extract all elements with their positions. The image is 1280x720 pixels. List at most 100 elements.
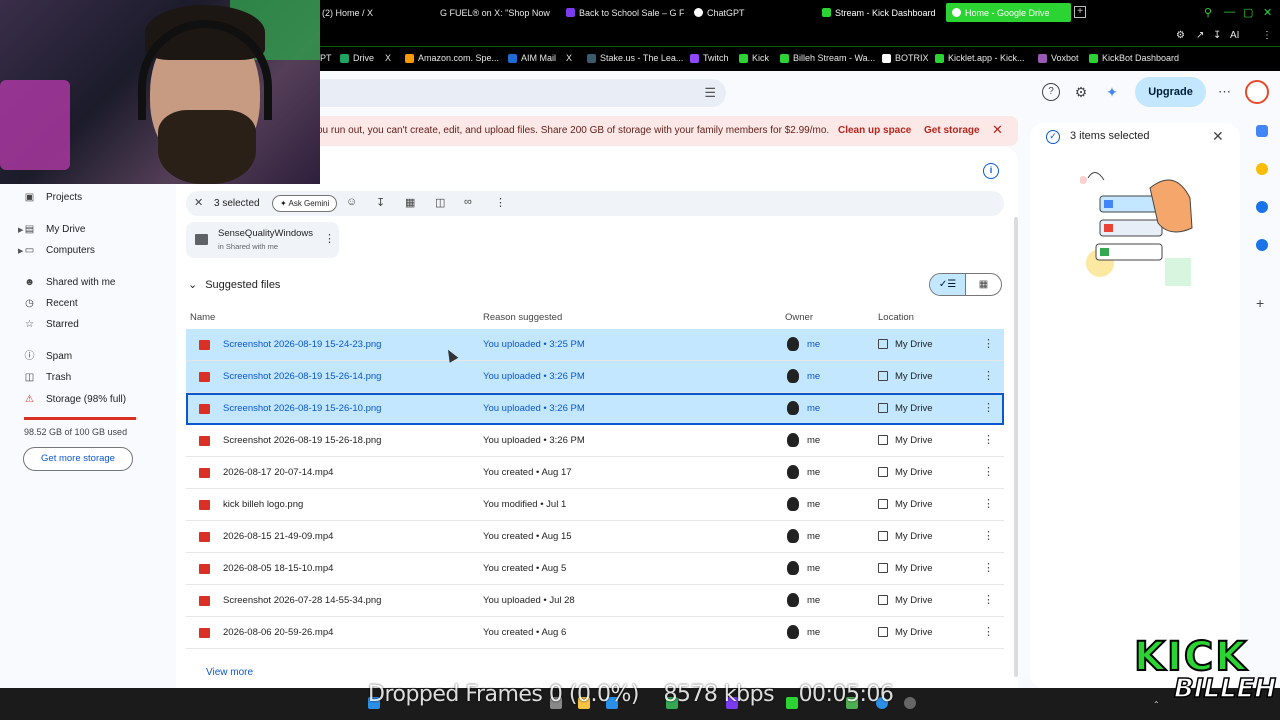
nav-item-spam[interactable]: ⓘ Spam [24,351,73,362]
tab-kick-dashboard[interactable]: Stream - Kick Dashboard [822,3,942,22]
file-name[interactable]: 2026-08-05 18-15-10.mp4 [223,563,333,574]
file-location[interactable]: My Drive [895,371,932,382]
keep-icon[interactable] [1256,163,1268,175]
file-location[interactable]: My Drive [895,499,932,510]
extensions-icon[interactable]: ⚙ [1176,30,1185,41]
table-row[interactable]: 2026-08-17 20-07-14.mp4 You created • Aug… [186,457,1004,489]
file-location[interactable]: My Drive [895,467,932,478]
suggested-folder-card[interactable]: SenseQualityWindows in Shared with me ⋮ [186,222,339,258]
add-addon-icon[interactable]: + [1256,296,1268,310]
ai-toggle[interactable]: AI [1230,30,1239,41]
search-options-icon[interactable]: ☰ [704,85,716,101]
close-details-icon[interactable]: ✕ [1212,128,1224,145]
close-banner-icon[interactable]: ✕ [992,122,1003,138]
menu-icon[interactable]: ⋮ [1262,30,1272,41]
share-icon[interactable]: ↗ [1196,30,1204,41]
maximize-icon[interactable]: ▢ [1243,6,1253,19]
more-actions-icon[interactable]: ⋮ [495,196,506,209]
file-name[interactable]: Screenshot 2026-08-19 15-26-10.png [223,403,381,414]
account-avatar[interactable] [1245,80,1269,104]
file-name[interactable]: Screenshot 2026-08-19 15-24-23.png [223,339,381,350]
main-scrollbar[interactable] [1014,217,1018,677]
table-row[interactable]: 2026-08-06 20-59-26.mp4 You created • Aug… [186,617,1004,649]
grid-view-icon[interactable]: ▦ [966,274,1001,295]
tab-x-home[interactable]: (2) Home / X [322,3,432,22]
tab-gfuel-x[interactable]: G FUEL® on X: "Shop Now [440,3,555,22]
search-tabs-icon[interactable]: ⚲ [1204,6,1212,19]
file-location[interactable]: My Drive [895,595,932,606]
nav-item-trash[interactable]: ◫ Trash [24,372,71,383]
folder-more-icon[interactable]: ⋮ [324,232,335,245]
tab-chatgpt[interactable]: ChatGPT [694,3,804,22]
nav-item-projects[interactable]: ▣ Projects [24,192,82,203]
bookmark-voxbot[interactable]: Voxbot [1038,53,1079,63]
row-more-icon[interactable]: ⋮ [983,497,994,510]
get-storage-button[interactable]: Get storage [924,125,980,136]
row-more-icon[interactable]: ⋮ [983,625,994,638]
list-view-icon[interactable]: ✓☰ [930,274,966,295]
upgrade-button[interactable]: Upgrade [1135,77,1206,107]
row-more-icon[interactable]: ⋮ [983,433,994,446]
file-location[interactable]: My Drive [895,531,932,542]
row-more-icon[interactable]: ⋮ [983,561,994,574]
minimize-icon[interactable]: — [1224,6,1235,18]
expand-computers-icon[interactable]: ▶ [18,247,23,255]
table-row[interactable]: Screenshot 2026-07-28 14-55-34.png You up… [186,585,1004,617]
google-apps-icon[interactable]: ⋯ [1218,84,1231,100]
move-folder-icon[interactable]: ▦ [405,196,415,209]
row-more-icon[interactable]: ⋮ [983,369,994,382]
download-icon[interactable]: ↧ [376,196,385,209]
search-input[interactable]: ☰ [300,79,726,107]
ask-gemini-button[interactable]: ✦ Ask Gemini [272,195,338,212]
bookmark-amazon[interactable]: Amazon.com. Spe... [405,53,499,63]
bookmark-kickbot[interactable]: KickBot Dashboard [1089,53,1179,63]
new-tab-button[interactable]: + [1074,6,1086,18]
row-more-icon[interactable]: ⋮ [983,465,994,478]
file-location[interactable]: My Drive [895,339,932,350]
bookmark-twitch[interactable]: Twitch [690,53,729,63]
download-icon[interactable]: ↧ [1213,30,1221,41]
row-more-icon[interactable]: ⋮ [983,401,994,414]
clean-up-space-button[interactable]: Clean up space [838,125,911,136]
contacts-icon[interactable] [1256,239,1268,251]
calendar-icon[interactable] [1256,125,1268,137]
nav-item-computers[interactable]: ▭ Computers [24,245,95,256]
file-name[interactable]: 2026-08-06 20-59-26.mp4 [223,627,333,638]
table-row[interactable]: Screenshot 2026-08-19 15-26-18.png You up… [186,425,1004,457]
row-more-icon[interactable]: ⋮ [983,337,994,350]
close-window-icon[interactable]: ✕ [1263,6,1272,19]
table-row[interactable]: kick billeh logo.png You modified • Jul 1… [186,489,1004,521]
tasks-icon[interactable] [1256,201,1268,213]
bookmark-pt[interactable]: PT [320,53,332,63]
file-name[interactable]: 2026-08-17 20-07-14.mp4 [223,467,333,478]
file-name[interactable]: kick billeh logo.png [223,499,303,510]
bookmark-x[interactable]: X [385,53,391,63]
bookmark-aim-mail[interactable]: AIM Mail [508,53,556,63]
details-info-icon[interactable]: i [983,163,999,179]
suggested-files-toggle[interactable]: ⌄ Suggested files [188,278,280,292]
gemini-sparkle-icon[interactable]: ✦ [1103,83,1121,101]
nav-item-storage[interactable]: ⚠ Storage (98% full) [24,394,126,405]
file-name[interactable]: Screenshot 2026-07-28 14-55-34.png [223,595,381,606]
file-location[interactable]: My Drive [895,627,932,638]
share-user-icon[interactable]: ☺ [346,196,357,208]
view-more-link[interactable]: View more [206,667,253,678]
bookmark-botrix[interactable]: BOTRIX [882,53,929,63]
copy-link-icon[interactable]: ∞ [464,196,472,208]
get-more-storage-button[interactable]: Get more storage [23,447,133,471]
nav-item-starred[interactable]: ☆ Starred [24,319,79,330]
nav-item-recent[interactable]: ◷ Recent [24,298,78,309]
settings-gear-icon[interactable]: ⚙ [1072,83,1090,101]
bookmark-kicklet[interactable]: Kicklet.app - Kick... [935,53,1025,63]
table-row[interactable]: Screenshot 2026-08-19 15-24-23.png You up… [186,329,1004,361]
nav-item-shared-with-me[interactable]: ☻ Shared with me [24,277,115,288]
file-location[interactable]: My Drive [895,403,932,414]
bookmark-x-2[interactable]: X [566,53,572,63]
bookmark-drive[interactable]: Drive [340,53,374,63]
bookmark-billeh-stream[interactable]: Billeh Stream - Wa... [780,53,875,63]
row-more-icon[interactable]: ⋮ [983,593,994,606]
expand-my-drive-icon[interactable]: ▶ [18,226,23,234]
bookmark-stake[interactable]: Stake.us - The Lea... [587,53,683,63]
nav-item-my-drive[interactable]: ▤ My Drive [24,224,86,235]
bookmark-kick[interactable]: Kick [739,53,769,63]
